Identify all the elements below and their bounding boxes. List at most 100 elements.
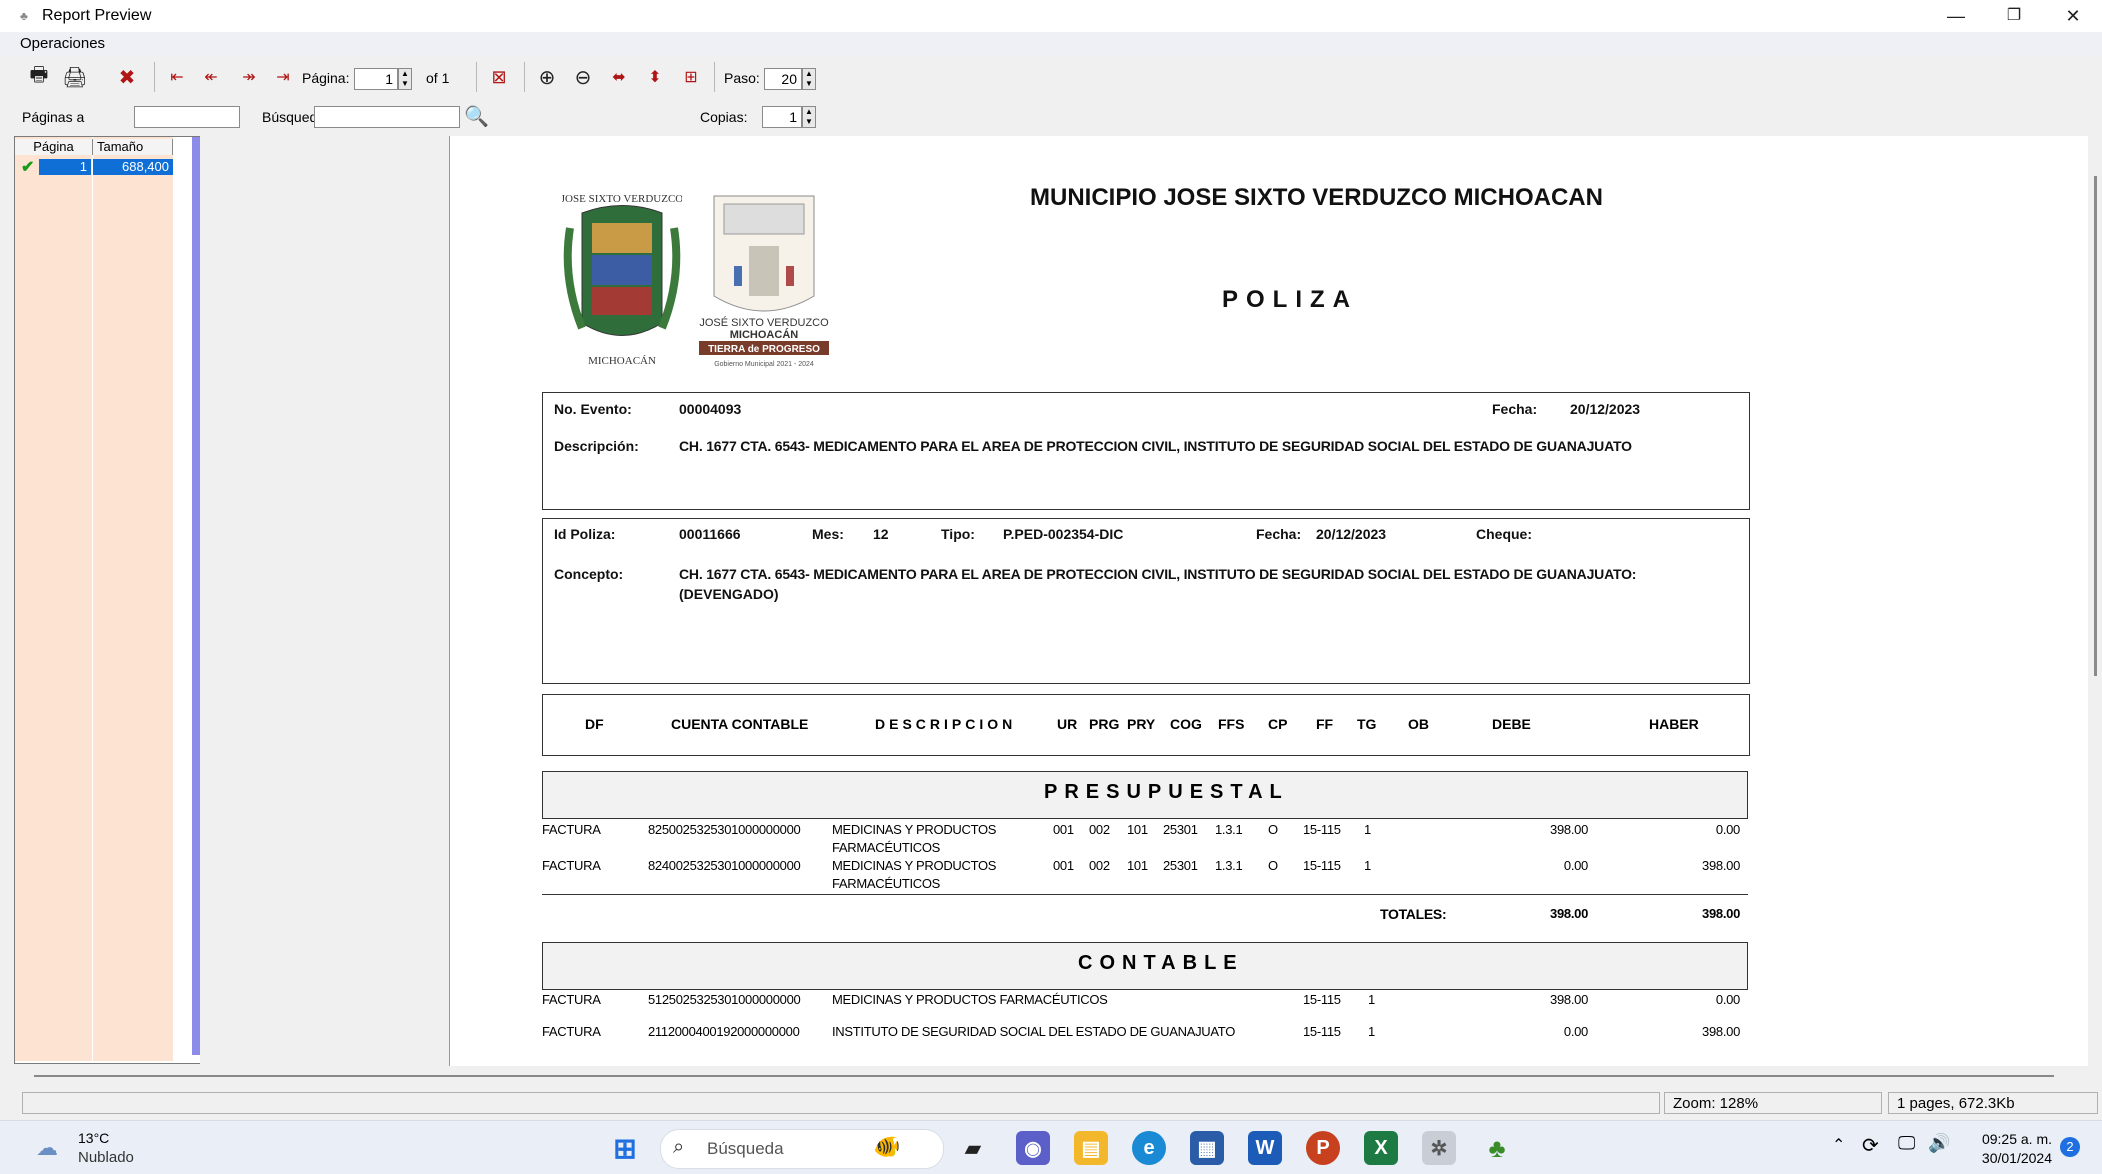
search-icon[interactable]: 🔍 (464, 104, 489, 129)
page-row-size[interactable]: 688,400 (93, 159, 173, 175)
logo2-line1: JOSÉ SIXTO VERDUZCO (699, 316, 829, 329)
col-cuenta: CUENTA CONTABLE (671, 716, 809, 732)
vertical-scroll-thumb[interactable] (2094, 176, 2097, 676)
store-icon[interactable]: ▦ (1190, 1131, 1224, 1165)
windows-start-icon[interactable]: ⊞ (608, 1131, 642, 1165)
clock-time[interactable]: 09:25 a. m. (1964, 1131, 2052, 1147)
previous-page-icon[interactable]: ↞ (196, 62, 226, 92)
col-df: DF (585, 716, 604, 732)
zoom-in-icon[interactable]: ⊕ (532, 62, 562, 92)
vertical-scrollbar[interactable] (2088, 136, 2102, 1066)
print-icon[interactable]: 🖶 (24, 62, 54, 92)
report-app-icon[interactable]: ♣ (1480, 1131, 1514, 1165)
exit-preview-icon[interactable]: ✖ (112, 62, 142, 92)
goto-page-icon[interactable]: ⊠ (484, 62, 514, 92)
excel-icon[interactable]: X (1364, 1131, 1398, 1165)
pres-row1-prg: 002 (1089, 822, 1110, 837)
weather-desc[interactable]: Nublado (78, 1149, 134, 1166)
copias-input[interactable]: 1 (762, 106, 802, 128)
fit-width-icon[interactable]: ⬌ (604, 62, 634, 92)
teams-icon[interactable]: ◉ (1016, 1131, 1050, 1165)
page-column (15, 137, 92, 1061)
paso-input[interactable]: 20 (764, 68, 802, 90)
page-row-number[interactable]: 1 (39, 159, 91, 175)
edge-icon[interactable]: e (1132, 1131, 1166, 1165)
report-title: MUNICIPIO JOSE SIXTO VERDUZCO MICHOACAN (1030, 184, 1603, 211)
notification-badge[interactable]: 2 (2060, 1137, 2080, 1157)
size-column-header[interactable]: Tamaño (93, 139, 173, 155)
weather-temp[interactable]: 13°C (78, 1130, 109, 1146)
sync-icon[interactable]: ⟳ (1862, 1133, 1879, 1158)
pagina-spinner[interactable]: ▲ ▼ (398, 68, 412, 90)
pres-row1-ff: 15-115 (1303, 822, 1341, 837)
first-page-icon[interactable]: ⇤ (162, 62, 192, 92)
mes-value: 12 (873, 526, 889, 542)
pres-row2-ffs: 1.3.1 (1215, 858, 1243, 873)
col-debe: DEBE (1492, 716, 1531, 732)
toolbar-separator (476, 62, 477, 92)
copias-label: Copias: (700, 109, 748, 125)
clock-date[interactable]: 30/01/2024 (1964, 1150, 2052, 1166)
size-column (93, 137, 173, 1061)
paso-spinner[interactable]: ▲ ▼ (802, 68, 816, 90)
word-icon[interactable]: W (1248, 1131, 1282, 1165)
tipo-label: Tipo: (941, 526, 975, 542)
next-page-icon[interactable]: ↠ (234, 62, 264, 92)
cont-row1-cuenta: 5125025325301000000000 (648, 992, 801, 1007)
options-bar: Páginas a Búsqued 🔍 Copias: 1 ▲ ▼ (10, 100, 2102, 134)
taskbar-search-box[interactable]: ⌕ Búsqueda 🐠 (660, 1129, 944, 1169)
close-icon[interactable]: ✕ (2044, 0, 2102, 32)
pres-row1-ffs: 1.3.1 (1215, 822, 1243, 837)
toolbar-separator (524, 62, 525, 92)
task-view-icon[interactable]: ▰ (956, 1131, 990, 1165)
pres-row1-ur: 001 (1053, 822, 1074, 837)
horizontal-scrollbar[interactable] (12, 1068, 2102, 1082)
col-ur: UR (1057, 716, 1078, 732)
title-bar: ♣ Report Preview — ❐ ✕ (0, 0, 2102, 32)
page-column-header[interactable]: Página (15, 139, 93, 155)
file-explorer-icon[interactable]: ▤ (1074, 1131, 1108, 1165)
cont-row2-df: FACTURA (542, 1024, 601, 1039)
app-icon-generic[interactable]: ✲ (1422, 1131, 1456, 1165)
powerpoint-icon[interactable]: P (1306, 1131, 1340, 1165)
pres-row1-desc1: MEDICINAS Y PRODUCTOS (832, 822, 997, 837)
id-poliza-value: 00011666 (679, 526, 741, 542)
copias-spinner[interactable]: ▲ ▼ (802, 106, 816, 128)
status-message (22, 1092, 1660, 1114)
cloud-icon[interactable]: ☁ (36, 1135, 58, 1161)
cont-row1-df: FACTURA (542, 992, 601, 1007)
fit-page-icon[interactable]: ⊞ (676, 62, 706, 92)
page-list-panel: Página Tamaño 1 688,400 ✔ (14, 136, 210, 1064)
municipal-seal-logo: JOSE SIXTO VERDUZCO MICHOACÁN (561, 188, 683, 368)
menu-operaciones[interactable]: Operaciones (20, 35, 105, 52)
network-icon[interactable]: 🖵 (1898, 1133, 1915, 1154)
pres-row1-pry: 101 (1127, 822, 1148, 837)
horizontal-scroll-track[interactable] (34, 1075, 2054, 1077)
pres-row2-haber: 398.00 (1702, 858, 1740, 873)
pagina-input[interactable]: 1 (354, 68, 398, 90)
restore-icon[interactable]: ❐ (1985, 0, 2043, 32)
last-page-icon[interactable]: ⇥ (268, 62, 298, 92)
zoom-out-icon[interactable]: ⊖ (568, 62, 598, 92)
busqueda-label: Búsqued (262, 109, 318, 125)
col-descripcion: DESCRIPCION (875, 716, 1017, 732)
col-ob: OB (1408, 716, 1429, 732)
fecha-label: Fecha: (1492, 401, 1538, 417)
minimize-icon[interactable]: — (1927, 0, 1985, 32)
print-setup-icon[interactable]: 🖨 (60, 62, 90, 92)
pres-row2-prg: 002 (1089, 858, 1110, 873)
logo2-line2: MICHOACÁN (730, 328, 798, 341)
volume-icon[interactable]: 🔊 (1928, 1133, 1950, 1154)
no-evento-value: 00004093 (679, 401, 742, 417)
chevron-up-icon[interactable]: ⌃ (1832, 1135, 1845, 1155)
cont-row2-debe: 0.00 (1563, 1024, 1588, 1039)
fit-height-icon[interactable]: ⬍ (640, 62, 670, 92)
pres-row1-haber: 0.00 (1715, 822, 1740, 837)
fecha2-value: 20/12/2023 (1316, 526, 1387, 542)
concepto-label: Concepto: (554, 566, 624, 582)
toolbar-separator (714, 62, 715, 92)
busqueda-input[interactable] (314, 106, 460, 128)
cont-row1-desc: MEDICINAS Y PRODUCTOS FARMACÉUTICOS (832, 992, 1108, 1007)
paginas-input[interactable] (134, 106, 240, 128)
government-logo: JOSÉ SIXTO VERDUZCO MICHOACÁN TIERRA de … (694, 186, 834, 371)
